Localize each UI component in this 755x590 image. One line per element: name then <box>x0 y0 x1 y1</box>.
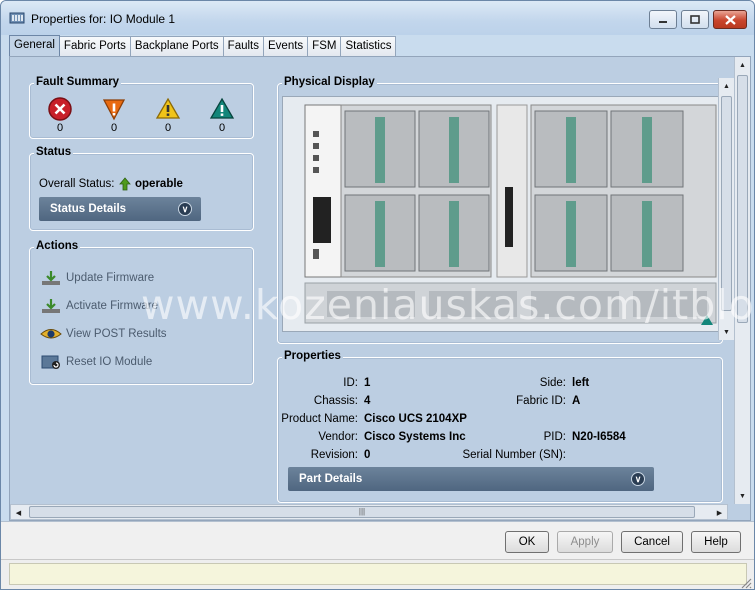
serial-number-label: Serial Number (SN): <box>462 449 566 461</box>
minimize-icon <box>659 20 667 23</box>
activate-firmware-label: Activate Firmware <box>66 300 159 312</box>
tab-general[interactable]: General <box>9 35 60 57</box>
part-details-expander[interactable]: Part Details ∨ <box>288 467 654 491</box>
pid-label: PID: <box>543 431 566 443</box>
cancel-button[interactable]: Cancel <box>621 531 683 553</box>
scroll-thumb[interactable] <box>721 96 732 311</box>
scroll-down-button[interactable]: ▼ <box>719 324 734 340</box>
actions-title: Actions <box>34 240 81 252</box>
scroll-up-button[interactable]: ▲ <box>719 78 734 94</box>
status-bar <box>1 559 754 589</box>
scroll-left-button[interactable]: ◀ <box>11 505 26 521</box>
help-button[interactable]: Help <box>691 531 741 553</box>
tab-bar: General Fabric Ports Backplane Ports Fau… <box>9 35 397 57</box>
product-name-value: Cisco UCS 2104XP <box>364 413 467 425</box>
pid-value: N20-I6584 <box>572 431 626 443</box>
chassis-value: 4 <box>364 395 371 407</box>
title-bar[interactable]: Properties for: IO Module 1 <box>1 1 754 35</box>
maximize-button[interactable] <box>681 10 709 29</box>
status-details-expander[interactable]: Status Details ∨ <box>39 197 201 221</box>
dialog-button-bar: OK Apply Cancel Help <box>1 521 754 559</box>
fault-summary-title: Fault Summary <box>34 76 122 88</box>
resize-grip-icon[interactable] <box>740 577 752 589</box>
activate-firmware-action[interactable]: Activate Firmware <box>40 297 158 315</box>
update-firmware-label: Update Firmware <box>66 272 155 284</box>
status-details-label: Status Details <box>50 203 127 215</box>
close-icon <box>724 14 736 25</box>
vendor-value: Cisco Systems Inc <box>364 431 466 443</box>
download-icon <box>42 299 60 313</box>
chevron-down-icon: ∨ <box>631 472 645 486</box>
status-panel: Status Overall Status: operable Status D… <box>29 146 254 231</box>
scroll-thumb[interactable]: ||| <box>29 506 695 518</box>
warning-fault-icon <box>209 97 235 119</box>
maximize-icon <box>690 15 700 24</box>
properties-title: Properties <box>282 350 343 362</box>
physical-display-scrollbar[interactable]: ▲ ▼ <box>718 78 734 340</box>
side-value: left <box>572 377 590 389</box>
reset-io-module-action[interactable]: Reset IO Module <box>40 353 152 371</box>
scroll-thumb[interactable] <box>737 75 748 323</box>
major-fault-icon <box>102 99 126 121</box>
content-horizontal-scrollbar[interactable]: ◀ ||| ▶ <box>10 504 728 520</box>
minor-fault-icon <box>155 97 181 119</box>
id-label: ID: <box>343 377 358 389</box>
id-value: 1 <box>364 377 371 389</box>
chassis-diagram <box>283 97 721 331</box>
tab-backplane-ports[interactable]: Backplane Ports <box>129 36 224 56</box>
warning-fault-count: 0 <box>218 122 226 134</box>
window-title: Properties for: IO Module 1 <box>31 12 176 26</box>
properties-window: Properties for: IO Module 1 General Fabr… <box>0 0 755 590</box>
tab-fabric-ports[interactable]: Fabric Ports <box>58 36 131 56</box>
fabric-id-value: A <box>572 395 581 407</box>
scroll-up-button[interactable]: ▲ <box>735 57 750 73</box>
product-name-label: Product Name: <box>281 413 358 425</box>
status-up-arrow-icon <box>119 177 131 191</box>
apply-button[interactable]: Apply <box>557 531 613 553</box>
ok-button[interactable]: OK <box>505 531 549 553</box>
download-icon <box>42 271 60 285</box>
physical-display-title: Physical Display <box>282 76 377 88</box>
scroll-right-button[interactable]: ▶ <box>712 505 727 521</box>
actions-panel: Actions Update Firmware Activate Firmwar… <box>29 240 254 385</box>
critical-fault-count: 0 <box>56 122 64 134</box>
eye-icon <box>40 329 62 339</box>
fault-summary-panel: Fault Summary 0 0 0 0 <box>29 76 254 139</box>
reset-icon <box>41 355 60 369</box>
overall-status-label: Overall Status: <box>39 178 115 190</box>
minor-fault-count: 0 <box>164 122 172 134</box>
reset-io-module-label: Reset IO Module <box>66 356 153 368</box>
io-module-icon <box>9 12 25 24</box>
revision-label: Revision: <box>310 449 358 461</box>
update-firmware-action[interactable]: Update Firmware <box>40 269 154 287</box>
view-post-results-action[interactable]: View POST Results <box>40 325 167 343</box>
tab-statistics[interactable]: Statistics <box>340 36 397 56</box>
fabric-id-label: Fabric ID: <box>516 395 566 407</box>
tab-fsm[interactable]: FSM <box>307 36 342 56</box>
vendor-label: Vendor: <box>318 431 358 443</box>
chassis-label: Chassis: <box>313 395 358 407</box>
part-details-label: Part Details <box>299 473 363 485</box>
status-message-area <box>9 563 747 585</box>
scroll-down-button[interactable]: ▼ <box>735 488 750 504</box>
critical-fault-icon <box>48 97 72 121</box>
properties-panel: Properties ID: 1 Side: left Chassis: 4 F… <box>277 350 723 503</box>
chassis-rear-image <box>282 96 722 332</box>
revision-value: 0 <box>364 449 371 461</box>
general-tab-content: Fault Summary 0 0 0 0 Status Overall Sta… <box>9 56 751 521</box>
side-label: Side: <box>539 377 566 389</box>
chevron-down-icon: ∨ <box>178 202 192 216</box>
minimize-button[interactable] <box>649 10 677 29</box>
major-fault-count: 0 <box>110 122 118 134</box>
physical-display-panel: Physical Display ▲ ▼ <box>277 76 734 344</box>
tab-faults[interactable]: Faults <box>222 36 264 56</box>
overall-status-value: operable <box>135 178 183 190</box>
close-button[interactable] <box>713 10 747 29</box>
content-vertical-scrollbar[interactable]: ▲ ▼ <box>734 57 750 504</box>
view-post-results-label: View POST Results <box>66 328 167 340</box>
status-title: Status <box>34 146 74 158</box>
tab-events[interactable]: Events <box>263 36 309 56</box>
